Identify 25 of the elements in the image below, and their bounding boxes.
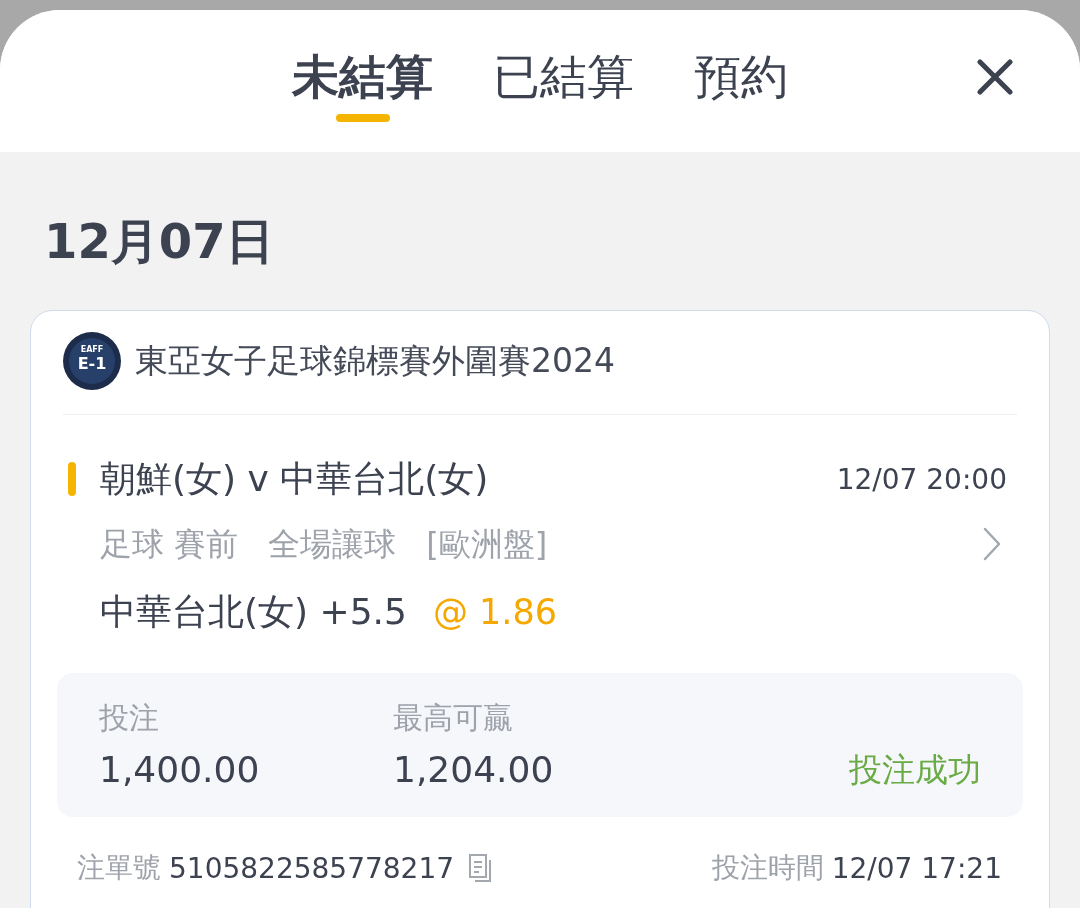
tab[interactable]: 已結算 [493, 50, 634, 122]
bet-status: 投注成功 [849, 749, 981, 791]
league-logo: EAFF E-1 [63, 332, 121, 390]
date-heading: 12月07日 [44, 212, 274, 271]
kickoff-time: 12/07 20:00 [836, 462, 1007, 496]
bet-time: 12/07 17:21 [831, 851, 1002, 885]
bet-time-label: 投注時間 [711, 850, 824, 886]
tab[interactable]: 未結算 [292, 50, 433, 122]
market-label: [歐洲盤] [426, 524, 548, 565]
market-label: 全場讓球 [268, 524, 397, 565]
selection-text: 中華台北(女) +5.5 [100, 590, 407, 634]
max-win-label: 最高可贏 [393, 699, 514, 737]
match-title: 朝鮮(女) v 中華台北(女) [100, 457, 489, 501]
market-label: 足球 賽前 [100, 524, 239, 565]
marker-icon [68, 462, 76, 496]
stake-label: 投注 [99, 699, 160, 737]
bet-id: 5105822585778217 [169, 851, 455, 885]
bet-id-label: 注單號 [77, 850, 161, 886]
tab[interactable]: 預約 [694, 50, 788, 122]
league-name: 東亞女子足球錦標賽外圍賽2024 [135, 339, 615, 382]
close-icon[interactable] [977, 59, 1013, 95]
chevron-right-icon[interactable] [983, 527, 1001, 561]
max-win-amount: 1,204.00 [393, 748, 555, 792]
odds-value: @ 1.86 [432, 592, 557, 632]
stake-amount: 1,400.00 [99, 748, 261, 792]
